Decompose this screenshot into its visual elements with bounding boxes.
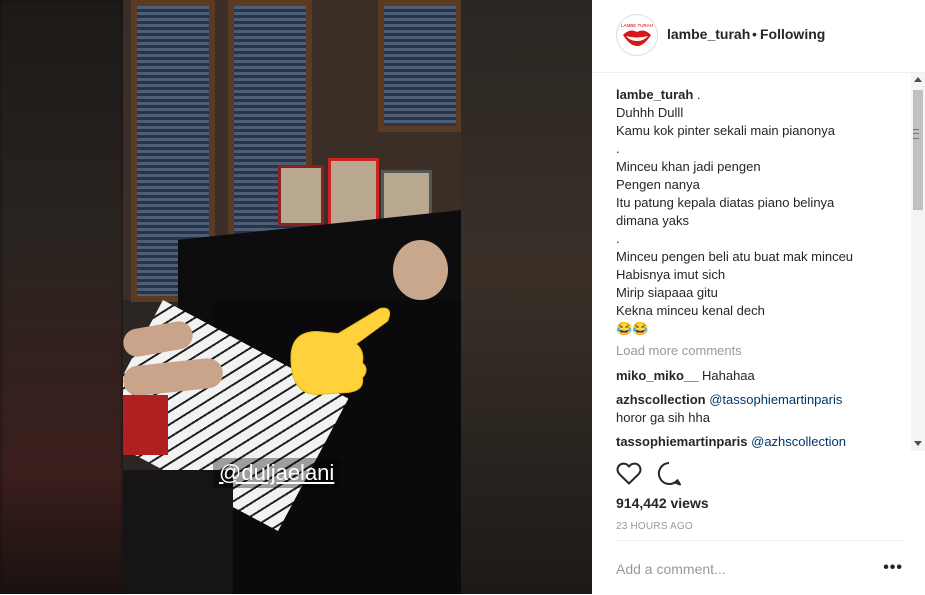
avatar[interactable]: LAMBE TURAH (616, 14, 658, 56)
follow-status-button[interactable]: Following (760, 26, 825, 42)
caption-line: Habisnya imut sich (616, 267, 726, 282)
timestamp[interactable]: 23 HOURS AGO (616, 521, 693, 532)
caption-line: Pengen nanya (616, 177, 700, 192)
header-username[interactable]: lambe_turah (667, 26, 750, 42)
photo-frame (278, 165, 324, 226)
caption-first-line: lambe_turah . (616, 86, 906, 104)
post-header: LAMBE TURAH lambe_turah • Following (592, 0, 925, 73)
caption-line: Minceu khan jadi pengen (616, 159, 761, 174)
comments-list[interactable]: lambe_turah . Duhhh Dulll Kamu kok pinte… (616, 72, 906, 450)
comment-username[interactable]: azhscollection (616, 392, 706, 407)
caption-username[interactable]: lambe_turah (616, 87, 693, 102)
comments-scrollbar[interactable] (911, 73, 925, 451)
comment-username[interactable]: tassophiemartinparis (616, 434, 748, 449)
video-frame[interactable]: @duljaelani (123, 0, 461, 594)
caption-line: . (616, 231, 620, 246)
caption-line: Kekna minceu kenal dech (616, 303, 765, 318)
more-options-icon[interactable]: ••• (883, 559, 903, 577)
add-comment-row: Add a comment... ••• (616, 540, 906, 595)
comment-bubble-icon[interactable] (656, 461, 682, 487)
red-object (123, 395, 168, 455)
caption-line: Mirip siapaaa gitu (616, 285, 718, 300)
heart-icon[interactable] (616, 462, 642, 486)
scrollbar-grip-icon (913, 129, 919, 139)
load-more-comments-button[interactable]: Load more comments (616, 342, 906, 360)
comment-mention-link[interactable]: @tassophiemartinparis (709, 392, 842, 407)
comment-item: azhscollection @tassophiemartinparis hor… (616, 391, 906, 427)
scroll-down-arrow-icon[interactable] (914, 441, 922, 446)
lips-logo-icon: LAMBE TURAH (621, 23, 653, 46)
caption: lambe_turah . Duhhh Dulll Kamu kok pinte… (616, 72, 906, 338)
header-separator: • (752, 26, 757, 42)
comment-text: horor ga sih hha (616, 410, 710, 425)
caption-line: Itu patung kepala diatas piano belinya (616, 195, 835, 210)
comment-item: tassophiemartinparis @azhscollection (616, 433, 906, 450)
post-side-panel: LAMBE TURAH lambe_turah • Following lamb… (592, 0, 925, 594)
add-comment-input[interactable]: Add a comment... (616, 561, 726, 577)
pointing-hand-sticker (290, 307, 391, 396)
window-blinds (378, 0, 461, 132)
avatar-brand: LAMBE TURAH (621, 23, 653, 28)
sticker-mention[interactable]: @duljaelani (213, 458, 341, 488)
comment-item: miko_miko__ Hahahaa (616, 367, 906, 385)
caption-line: Minceu pengen beli atu buat mak minceu (616, 249, 854, 264)
action-bar (616, 460, 906, 490)
piano-bench (123, 470, 233, 594)
caption-line: . (616, 141, 620, 156)
scroll-up-arrow-icon[interactable] (914, 77, 922, 82)
caption-line: Duhhh Dulll (616, 105, 684, 120)
comment-mention-link[interactable]: @azhscollection (751, 434, 846, 449)
caption-line: dimana yaks (616, 213, 689, 228)
comment-username[interactable]: miko_miko__ (616, 368, 698, 383)
views-count[interactable]: 914,442 views (616, 495, 709, 511)
media-blur-right (461, 0, 592, 594)
scrollbar-thumb[interactable] (913, 90, 923, 210)
media-blur-left (0, 0, 123, 594)
caption-line: . (693, 87, 701, 102)
comment-text: Hahahaa (702, 368, 755, 383)
caption-line: 😂😂 (616, 321, 649, 336)
post-media[interactable]: @duljaelani (0, 0, 592, 594)
head-statue (393, 240, 448, 300)
caption-line: Kamu kok pinter sekali main pianonya (616, 123, 835, 138)
